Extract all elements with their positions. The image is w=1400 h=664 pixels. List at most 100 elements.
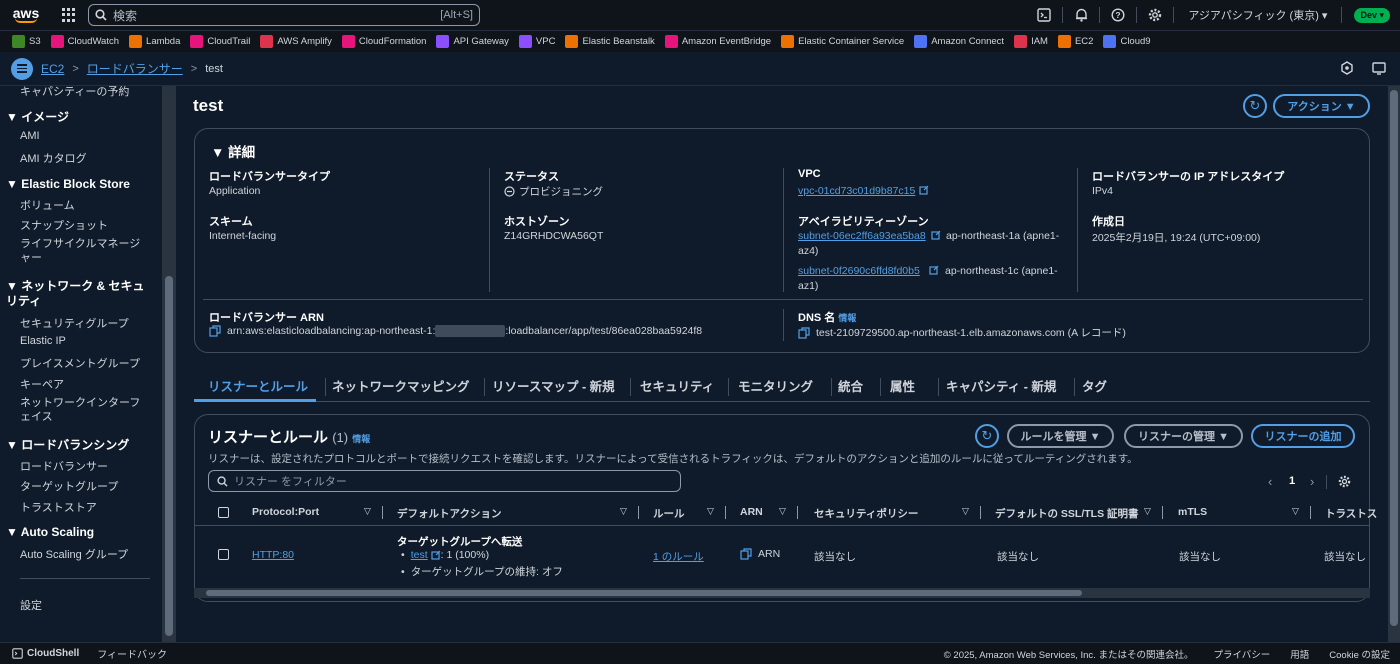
search-input[interactable]: 検索 [Alt+S] [88,4,480,26]
tab-3[interactable]: セキュリティ [640,376,714,395]
favorite-iam[interactable]: IAM [1014,35,1048,48]
favorite-ec2[interactable]: EC2 [1057,35,1093,48]
sort-icon[interactable]: ▽ [779,506,786,517]
manage-listener-button[interactable]: リスナーの管理 ▼ [1124,424,1243,448]
sort-icon[interactable]: ▽ [1292,506,1299,517]
actions-button[interactable]: アクション ▼ [1273,94,1370,118]
help-icon[interactable]: ? [1100,0,1136,30]
favorite-cloud9[interactable]: Cloud9 [1103,35,1151,48]
prev-page-icon[interactable]: ‹ [1268,474,1272,489]
gear-icon[interactable] [1137,0,1173,30]
notifications-icon[interactable] [1340,61,1354,78]
sort-icon[interactable]: ▽ [364,506,371,517]
favorite-amazon-connect[interactable]: Amazon Connect [914,35,1004,48]
copy-icon[interactable] [209,325,221,337]
favorite-cloudtrail[interactable]: CloudTrail [190,35,250,48]
tab-5[interactable]: 統合 [838,376,863,395]
tab-8[interactable]: タグ [1082,376,1107,395]
sidebar-item-15[interactable]: ロードバランサー [20,458,108,474]
tab-2[interactable]: リソースマップ - 新規 [492,376,615,395]
sort-icon[interactable]: ▽ [1144,506,1151,517]
dns-info-link[interactable]: 情報 [838,313,856,323]
sidebar-item-11[interactable]: プレイスメントグループ [20,355,140,371]
favorite-amazon-eventbridge[interactable]: Amazon EventBridge [664,35,771,48]
sidebar-item-16[interactable]: ターゲットグループ [20,478,118,494]
sidebar-item-19[interactable]: Auto Scaling グループ [20,546,128,562]
listener-protocol-link[interactable]: HTTP:80 [252,549,294,561]
col-arn[interactable]: ARN [740,506,763,518]
side-nav-toggle-button[interactable] [11,57,33,80]
tab-1[interactable]: ネットワークマッピング [332,376,470,395]
sort-icon[interactable]: ▽ [620,506,627,517]
add-listener-button[interactable]: リスナーの追加 [1251,424,1355,448]
sidebar-item-13[interactable]: ネットワークインターフェイス [20,396,148,424]
region-selector[interactable]: アジアパシフィック (東京) ▾ [1174,7,1341,23]
col-mtls[interactable]: mTLS [1178,506,1207,518]
row-checkbox[interactable] [218,549,229,560]
bell-icon[interactable] [1063,0,1099,30]
rules-link[interactable]: 1 のルール [653,549,704,564]
tab-6[interactable]: 属性 [890,376,915,395]
sidebar-item-5[interactable]: ボリューム [20,197,75,213]
col-ssl-cert[interactable]: デフォルトの SSL/TLS 証明書 [995,506,1139,521]
col-security-policy[interactable]: セキュリティポリシー [814,506,918,521]
favorite-cloudwatch[interactable]: CloudWatch [50,35,119,48]
sidebar-scrollbar[interactable] [162,86,176,642]
sidebar-item-6[interactable]: スナップショット [20,217,108,233]
favorite-api-gateway[interactable]: API Gateway [436,35,509,48]
sidebar-section-8[interactable]: ▼ ネットワーク & セキュリティ [6,279,152,309]
breadcrumb-ec2[interactable]: EC2 [41,62,64,76]
copy-icon[interactable] [740,548,752,560]
tab-4[interactable]: モニタリング [738,376,813,395]
aws-logo[interactable]: aws [2,0,50,30]
favorite-elastic-container-service[interactable]: Elastic Container Service [781,35,904,48]
sort-icon[interactable]: ▽ [962,506,969,517]
sidebar-item-20[interactable]: 設定 [20,597,42,613]
subnet-link-1[interactable]: subnet-06ec2ff6a93ea5ba8 [798,230,926,242]
arn-copy[interactable]: ARN [740,548,780,560]
favorite-cloudformation[interactable]: CloudFormation [341,35,426,48]
tab-0[interactable]: リスナーとルール [208,376,308,395]
favorite-aws-amplify[interactable]: AWS Amplify [260,35,332,48]
next-page-icon[interactable]: › [1310,474,1314,489]
account-badge[interactable]: Dev ▾ [1354,7,1390,23]
details-header[interactable]: ▼ 詳細 [211,141,255,161]
target-group-link[interactable]: test [411,549,428,561]
subnet-link-2[interactable]: subnet-0f2690c6ffd8fd0b5 [798,265,920,277]
vpc-link[interactable]: vpc-01cd73c01d9b87c15 [798,185,915,197]
sort-icon[interactable]: ▽ [707,506,714,517]
col-trust-store[interactable]: トラストス [1325,506,1377,521]
main-scrollbar[interactable] [1388,86,1400,642]
select-all-checkbox[interactable] [218,507,229,518]
manage-rules-button[interactable]: ルールを管理 ▼ [1007,424,1114,448]
table-horizontal-scrollbar[interactable] [194,588,1370,598]
sidebar-item-10[interactable]: Elastic IP [20,335,66,347]
sidebar-item-9[interactable]: セキュリティグループ [20,315,129,331]
feedback-link[interactable]: フィードバック [97,646,167,661]
sidebar-section-14[interactable]: ▼ ロードバランシング [6,436,129,453]
services-grid-icon[interactable] [62,8,76,22]
sidebar-item-17[interactable]: トラストストア [20,499,97,515]
sidebar-item-0[interactable]: キャパシティーの予約 [20,86,129,99]
sidebar-section-1[interactable]: ▼ イメージ [6,108,69,125]
sidebar-item-3[interactable]: AMI カタログ [20,150,87,166]
col-default-action[interactable]: デフォルトアクション [397,506,501,521]
col-rules[interactable]: ルール [653,506,685,521]
cloudshell-link[interactable]: CloudShell [12,648,79,659]
breadcrumb-load-balancers[interactable]: ロードバランサー [87,60,183,77]
sidebar-section-18[interactable]: ▼ Auto Scaling [6,525,94,539]
listener-filter-input[interactable]: リスナー をフィルター [208,470,681,492]
listeners-refresh-button[interactable]: ↻ [975,424,999,448]
favorite-vpc[interactable]: VPC [518,35,555,48]
favorite-s3[interactable]: S3 [12,35,41,48]
sidebar-item-7[interactable]: ライフサイクルマネージャー [20,237,148,265]
cookie-settings-link[interactable]: Cookie の設定 [1329,647,1390,661]
terms-link[interactable]: 用語 [1290,647,1309,661]
sidebar-section-4[interactable]: ▼ Elastic Block Store [6,177,130,191]
col-protocol-port[interactable]: Protocol:Port [252,506,319,518]
tools-panel-icon[interactable] [1372,61,1386,78]
privacy-link[interactable]: プライバシー [1213,647,1270,661]
sidebar-item-12[interactable]: キーペア [20,376,64,392]
favorite-elastic-beanstalk[interactable]: Elastic Beanstalk [565,35,655,48]
table-preferences-icon[interactable] [1338,475,1351,491]
